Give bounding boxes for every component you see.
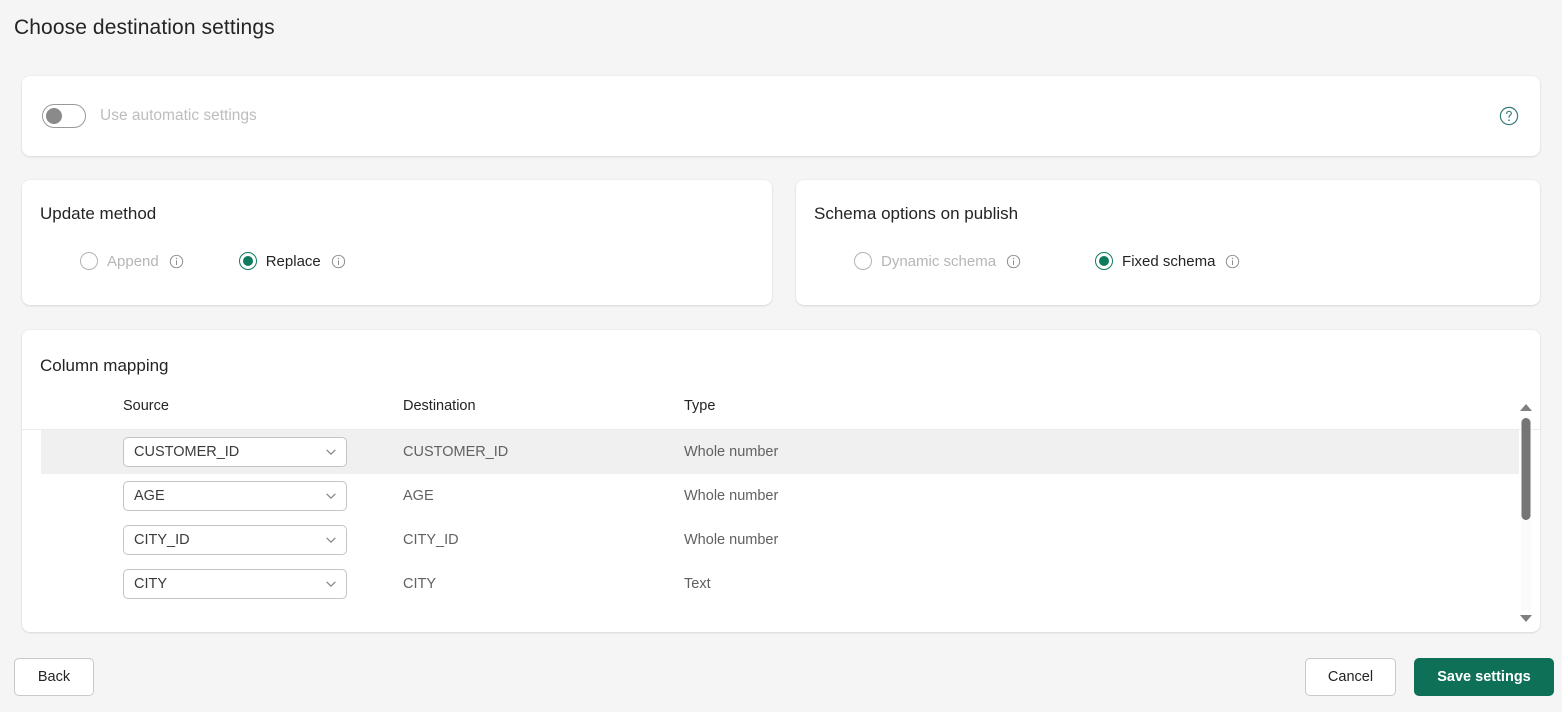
type-cell: Whole number: [684, 444, 779, 460]
column-header-source: Source: [123, 398, 169, 414]
radio-label-dynamic-schema: Dynamic schema: [881, 252, 997, 270]
table-header-row: Source Destination Type: [22, 398, 1540, 430]
radio-option-replace[interactable]: Replace: [238, 252, 346, 270]
schema-options-radio-group: Dynamic schema Fixed schema: [854, 252, 1240, 270]
table-row[interactable]: AGE AGE Whole number: [22, 474, 1540, 518]
info-icon-fixed-schema[interactable]: [1225, 254, 1240, 269]
source-cell: AGE: [123, 481, 347, 511]
table-row[interactable]: CITY_ID CITY_ID Whole number: [22, 518, 1540, 562]
question-circle-icon[interactable]: [1498, 105, 1520, 127]
chevron-down-icon: [324, 577, 338, 591]
table-row[interactable]: CITY CITY Text: [22, 562, 1540, 606]
info-icon-replace[interactable]: [331, 254, 346, 269]
update-method-card: Update method Append Replace: [22, 180, 772, 305]
source-cell: CITY: [123, 569, 347, 599]
table-vertical-scrollbar[interactable]: [1518, 402, 1534, 624]
source-cell: CUSTOMER_ID: [123, 437, 347, 467]
chevron-down-icon: [324, 489, 338, 503]
triangle-up-icon[interactable]: [1520, 404, 1532, 411]
destination-cell: AGE: [403, 488, 434, 504]
save-settings-button[interactable]: Save settings: [1414, 658, 1554, 696]
table-row[interactable]: CUSTOMER_ID CUSTOMER_ID Whole number: [41, 430, 1519, 474]
radio-circle-dynamic-schema[interactable]: [854, 252, 872, 270]
radio-option-fixed-schema[interactable]: Fixed schema: [1095, 252, 1240, 270]
page-title: Choose destination settings: [14, 16, 275, 39]
source-dropdown[interactable]: CUSTOMER_ID: [123, 437, 347, 467]
back-button[interactable]: Back: [14, 658, 94, 696]
source-dropdown[interactable]: CITY: [123, 569, 347, 599]
source-dropdown-value: AGE: [134, 488, 165, 504]
column-header-type: Type: [684, 398, 716, 414]
info-icon-append[interactable]: [169, 254, 184, 269]
update-method-heading: Update method: [40, 204, 157, 223]
source-cell: CITY_ID: [123, 525, 347, 555]
destination-cell: CUSTOMER_ID: [403, 444, 509, 460]
radio-label-replace: Replace: [265, 252, 321, 270]
auto-settings-card: Use automatic settings: [22, 76, 1540, 156]
radio-option-append[interactable]: Append: [80, 252, 184, 270]
radio-option-dynamic-schema[interactable]: Dynamic schema: [854, 252, 1021, 270]
column-mapping-card: Column mapping Source Destination Type C…: [22, 330, 1540, 632]
update-method-radio-group: Append Replace: [80, 252, 346, 270]
toggle-knob: [46, 108, 62, 124]
schema-options-card: Schema options on publish Dynamic schema…: [796, 180, 1540, 305]
column-header-destination: Destination: [403, 398, 476, 414]
destination-cell: CITY_ID: [403, 532, 459, 548]
auto-settings-toggle-row[interactable]: Use automatic settings: [42, 76, 257, 156]
source-dropdown-value: CITY_ID: [134, 532, 190, 548]
cancel-button[interactable]: Cancel: [1305, 658, 1396, 696]
triangle-down-icon[interactable]: [1520, 615, 1532, 622]
source-dropdown[interactable]: AGE: [123, 481, 347, 511]
radio-label-fixed-schema: Fixed schema: [1122, 252, 1216, 270]
radio-circle-append[interactable]: [80, 252, 98, 270]
type-cell: Whole number: [684, 488, 779, 504]
scrollbar-thumb[interactable]: [1521, 418, 1531, 520]
radio-label-append: Append: [107, 252, 159, 270]
radio-circle-replace[interactable]: [238, 252, 257, 270]
radio-circle-fixed-schema[interactable]: [1095, 252, 1114, 270]
use-automatic-settings-toggle[interactable]: [42, 104, 86, 128]
use-automatic-settings-label: Use automatic settings: [100, 107, 257, 124]
info-icon-dynamic-schema[interactable]: [1006, 254, 1021, 269]
type-cell: Whole number: [684, 532, 779, 548]
column-mapping-table: Source Destination Type CUSTOMER_ID CUST…: [22, 398, 1540, 632]
chevron-down-icon: [324, 533, 338, 547]
source-dropdown-value: CUSTOMER_ID: [134, 444, 240, 460]
type-cell: Text: [684, 576, 711, 592]
source-dropdown[interactable]: CITY_ID: [123, 525, 347, 555]
source-dropdown-value: CITY: [134, 576, 168, 592]
chevron-down-icon: [324, 445, 338, 459]
column-mapping-heading: Column mapping: [40, 356, 169, 375]
destination-cell: CITY: [403, 576, 437, 592]
schema-options-heading: Schema options on publish: [814, 204, 1019, 223]
